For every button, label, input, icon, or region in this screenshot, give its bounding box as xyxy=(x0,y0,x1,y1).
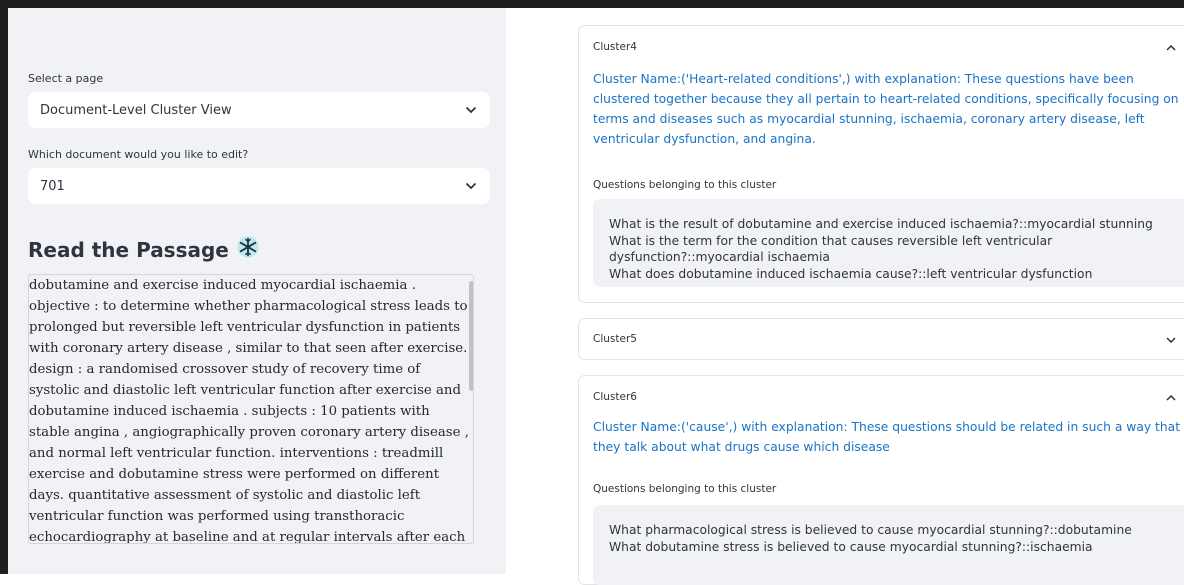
page-select[interactable]: Document-Level Cluster View xyxy=(28,92,490,128)
cluster-label: Cluster5 xyxy=(593,333,637,345)
document-select-value: 701 xyxy=(40,178,65,194)
doc-select-label: Which document would you like to edit? xyxy=(28,148,249,161)
main-content: Cluster4 Cluster Name:('Heart-related co… xyxy=(506,8,1184,585)
sidebar: Select a page Document-Level Cluster Vie… xyxy=(8,8,506,574)
cluster-expander-4[interactable]: Cluster4 Cluster Name:('Heart-related co… xyxy=(578,25,1184,303)
question-item: What does dobutamine induced ischaemia c… xyxy=(609,266,1093,281)
chevron-up-icon[interactable] xyxy=(1165,42,1177,54)
passage-heading-text: Read the Passage xyxy=(28,237,229,262)
question-item: What is the result of dobutamine and exe… xyxy=(609,217,1153,231)
passage-scrollbar[interactable] xyxy=(469,281,473,391)
passage-heading: Read the Passage xyxy=(28,236,259,263)
chevron-down-icon xyxy=(464,103,478,117)
question-item: What pharmacological stress is believed … xyxy=(609,523,1132,537)
questions-box[interactable]: What pharmacological stress is believed … xyxy=(593,505,1184,585)
cluster-name-text: Cluster Name:('Heart-related conditions'… xyxy=(593,72,1179,146)
window-frame-left xyxy=(0,0,8,574)
questions-list: What pharmacological stress is believed … xyxy=(609,522,1184,555)
cluster-expander-5[interactable]: Cluster5 xyxy=(578,318,1184,360)
snowflake-icon xyxy=(237,236,259,263)
window-frame-top xyxy=(0,0,1184,8)
chevron-up-icon[interactable] xyxy=(1165,392,1177,404)
questions-label: Questions belonging to this cluster xyxy=(593,483,777,495)
cluster-name-text: Cluster Name:('cause',) with explanation… xyxy=(593,420,1181,454)
page-select-value: Document-Level Cluster View xyxy=(40,102,232,118)
chevron-down-icon xyxy=(464,179,478,193)
page-select-label: Select a page xyxy=(28,72,104,85)
passage-text: dobutamine and exercise induced myocardi… xyxy=(29,278,469,544)
cluster-label: Cluster4 xyxy=(593,41,637,53)
questions-list: What is the result of dobutamine and exe… xyxy=(609,216,1184,282)
question-item: What dobutamine stress is believed to ca… xyxy=(609,539,1093,554)
cluster-expander-6[interactable]: Cluster6 Cluster Name:('cause',) with ex… xyxy=(578,375,1184,585)
passage-textarea[interactable]: dobutamine and exercise induced myocardi… xyxy=(28,274,474,544)
questions-label: Questions belonging to this cluster xyxy=(593,179,777,191)
cluster-label: Cluster6 xyxy=(593,391,637,403)
document-select[interactable]: 701 xyxy=(28,168,490,204)
questions-box[interactable]: What is the result of dobutamine and exe… xyxy=(593,199,1184,287)
question-item: What is the term for the condition that … xyxy=(609,233,1053,265)
chevron-down-icon[interactable] xyxy=(1165,334,1177,346)
